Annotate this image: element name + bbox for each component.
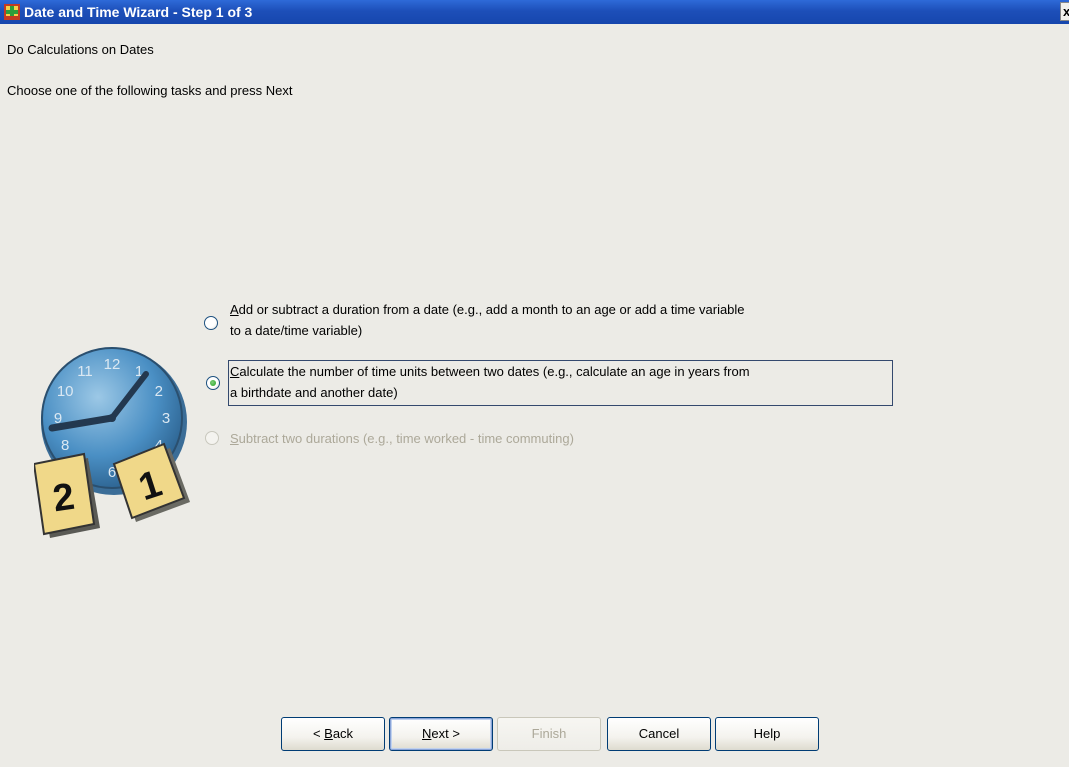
clock-calendar-illustration: 121234567891011 2 1: [34, 347, 190, 538]
radio-subtract-two-durations[interactable]: [205, 431, 219, 445]
help-button[interactable]: Help: [715, 717, 819, 751]
window-title: Date and Time Wizard - Step 1 of 3: [24, 4, 253, 20]
wizard-app-icon: [4, 4, 20, 20]
clock-numeral: 8: [61, 437, 69, 454]
close-button[interactable]: x: [1060, 2, 1069, 21]
option-add-subtract-duration-label[interactable]: Add or subtract a duration from a date (…: [230, 299, 745, 341]
next-button[interactable]: Next >: [389, 717, 493, 751]
finish-button[interactable]: Finish: [497, 717, 601, 751]
title-bar[interactable]: Date and Time Wizard - Step 1 of 3 x: [0, 0, 1069, 24]
back-button[interactable]: < Back: [281, 717, 385, 751]
close-icon: x: [1063, 4, 1069, 19]
clock-numeral: 12: [104, 356, 121, 373]
option-subtract-two-durations-label[interactable]: Subtract two durations (e.g., time worke…: [230, 428, 574, 449]
cancel-button[interactable]: Cancel: [607, 717, 711, 751]
clock-numeral: 3: [162, 410, 170, 427]
clock-numeral: 11: [77, 363, 93, 380]
page-heading: Do Calculations on Dates: [7, 42, 154, 57]
radio-calculate-time-units[interactable]: [206, 376, 220, 390]
clock-numeral: 10: [57, 383, 74, 400]
option-calculate-time-units-label[interactable]: Calculate the number of time units betwe…: [230, 361, 750, 403]
radio-add-subtract-duration[interactable]: [204, 316, 218, 330]
instruction-text: Choose one of the following tasks and pr…: [7, 83, 293, 98]
clock-numeral: 2: [155, 383, 163, 400]
